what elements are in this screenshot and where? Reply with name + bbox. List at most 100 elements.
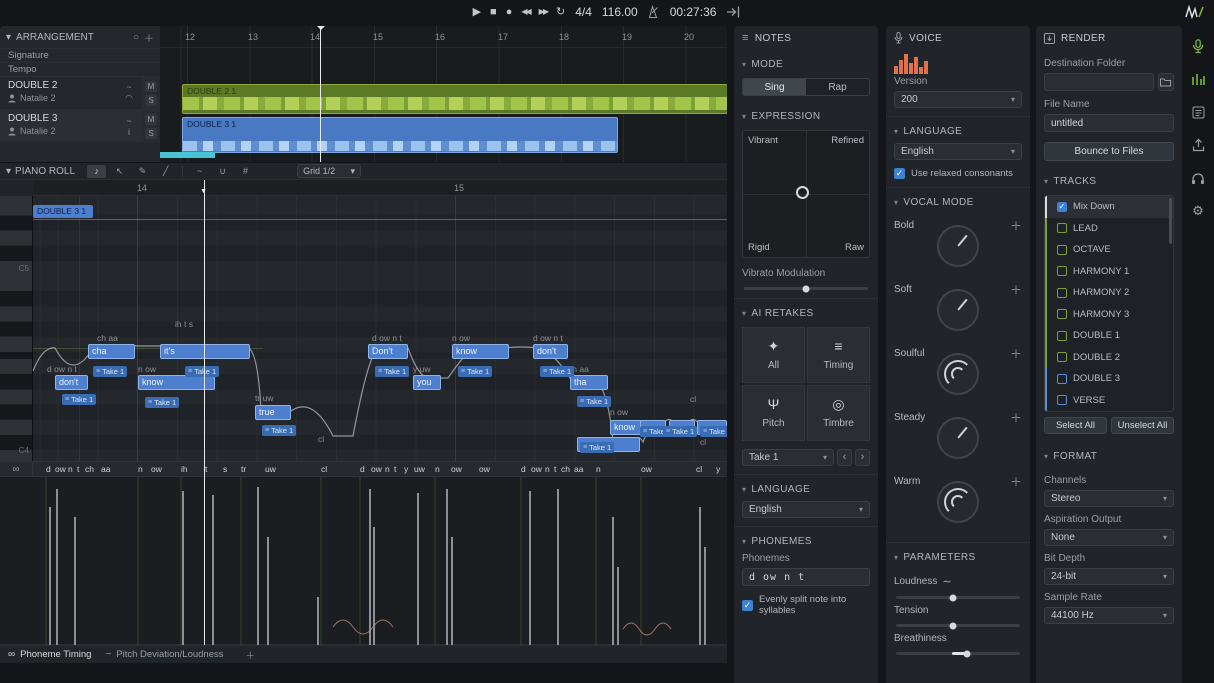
vocal-mode-knob[interactable] <box>937 225 979 267</box>
unselect-all-button[interactable]: Unselect All <box>1111 417 1174 434</box>
track-checkbox[interactable]: ✓ <box>1057 288 1067 298</box>
quantize-icon[interactable]: # <box>236 165 255 178</box>
phoneme-token[interactable]: aa <box>574 464 583 474</box>
clip-double-2-1[interactable]: DOUBLE 2 1 <box>182 84 727 114</box>
add-lane-button[interactable]: ＋ <box>246 648 256 662</box>
collapse-mode-icon[interactable]: ▾ <box>742 60 746 69</box>
track-checkbox[interactable]: ✓ <box>1057 374 1067 384</box>
previous-take-button[interactable]: ‹ <box>837 449 852 466</box>
version-select[interactable]: 200▾ <box>894 91 1022 108</box>
add-vocal-mode-button[interactable]: ＋ <box>1010 217 1022 234</box>
clip-fragment[interactable] <box>160 152 215 158</box>
arrangement-timeline[interactable]: 121314151617181920 DOUBLE 2 1 DOUBLE 3 1 <box>160 26 727 162</box>
voice-avatar-waveform[interactable] <box>894 52 934 74</box>
take-chip[interactable]: ≡Take 1 <box>577 396 611 407</box>
phoneme-token[interactable]: tr <box>241 464 246 474</box>
clip-double-3-1[interactable]: DOUBLE 3 1 <box>182 117 618 153</box>
add-track-icon[interactable]: ＋ <box>144 30 154 45</box>
magnet-icon[interactable]: ∪ <box>213 165 232 178</box>
vocal-mode-knob[interactable] <box>937 481 979 523</box>
mute-button[interactable]: M <box>145 81 157 92</box>
collapse-expression-icon[interactable]: ▾ <box>742 112 746 121</box>
take-chip[interactable]: ≡Take 1 <box>185 366 219 377</box>
phoneme-token[interactable]: uw <box>265 464 276 474</box>
phoneme-token[interactable]: ih <box>181 464 188 474</box>
add-vocal-mode-button[interactable]: ＋ <box>1010 281 1022 298</box>
mode-rap-button[interactable]: Rap <box>806 79 869 95</box>
render-track-row[interactable]: ✓ VERSE <box>1045 390 1173 412</box>
library-icon[interactable] <box>1190 104 1206 120</box>
phoneme-token[interactable]: cl <box>321 464 327 474</box>
tempo-display[interactable]: 116.00 <box>602 5 638 19</box>
phoneme-token[interactable]: n <box>596 464 601 474</box>
add-vocal-mode-button[interactable]: ＋ <box>1010 409 1022 426</box>
tab-pitch-deviation-loudness[interactable]: ~ Pitch Deviation/Loudness <box>105 649 223 660</box>
history-icon[interactable]: ○ <box>133 32 139 43</box>
take-chip[interactable]: ≡Take 1 <box>663 426 697 437</box>
phoneme-token[interactable]: t <box>394 464 396 474</box>
monitor-icon[interactable]: ◠ <box>116 93 142 104</box>
select-tool[interactable]: ↖ <box>110 165 129 178</box>
phoneme-token[interactable]: ow <box>451 464 462 474</box>
phoneme-token[interactable]: t <box>205 464 207 474</box>
settings-gear-icon[interactable]: ⚙ <box>1190 203 1206 219</box>
format-select[interactable]: 44100 Hz▾ <box>1044 607 1174 624</box>
render-track-row[interactable]: ✓ HARMONY 3 <box>1045 304 1173 326</box>
mode-sing-button[interactable]: Sing <box>743 79 806 95</box>
solo-button[interactable]: S <box>145 95 157 106</box>
select-all-button[interactable]: Select All <box>1044 417 1107 434</box>
format-select[interactable]: Stereo▾ <box>1044 490 1174 507</box>
render-track-row[interactable]: ✓ Mix Down <box>1045 196 1173 218</box>
collapse-voice-language-icon[interactable]: ▾ <box>894 127 898 136</box>
vibrato-slider[interactable] <box>744 287 868 290</box>
track-checkbox[interactable]: ✓ <box>1057 352 1067 362</box>
phoneme-token[interactable]: cl <box>696 464 702 474</box>
track-checkbox[interactable]: ✓ <box>1057 245 1067 255</box>
rewind-button[interactable]: ◀◀ <box>521 0 529 24</box>
phoneme-token[interactable]: ow <box>371 464 382 474</box>
voice-language-select[interactable]: English▾ <box>894 143 1022 160</box>
record-button[interactable]: ● <box>506 0 513 24</box>
loop-button[interactable]: ↻ <box>556 0 565 24</box>
voice-library-icon[interactable] <box>1190 38 1206 54</box>
take-select[interactable]: Take 1▾ <box>742 449 834 466</box>
render-track-row[interactable]: ✓ DOUBLE 1 <box>1045 325 1173 347</box>
phoneme-token[interactable]: ow <box>531 464 542 474</box>
track-checkbox[interactable]: ✓ <box>1057 202 1067 212</box>
phonemes-input[interactable] <box>742 568 870 586</box>
play-button[interactable]: ▶ <box>473 0 481 24</box>
track-list-scrollbar[interactable] <box>1169 198 1172 244</box>
phoneme-token[interactable]: ow <box>479 464 490 474</box>
time-signature[interactable]: 4/4 <box>575 5 592 19</box>
add-vocal-mode-button[interactable]: ＋ <box>1010 473 1022 490</box>
note-edit-tool[interactable]: ♪ <box>87 165 106 178</box>
automation-icon[interactable]: ~ <box>116 116 142 126</box>
piano-roll-ruler[interactable]: 1415 <box>33 180 727 196</box>
stop-button[interactable]: ■ <box>490 0 497 24</box>
automation-wave-icon[interactable]: ∼ <box>942 575 951 588</box>
signature-lane[interactable]: Signature <box>0 48 160 62</box>
phoneme-token[interactable]: t <box>554 464 556 474</box>
piano-keys[interactable]: C5C4 <box>0 196 33 461</box>
note-language-select[interactable]: English▾ <box>742 501 870 518</box>
track-double-2[interactable]: DOUBLE 2 Natalie 2 ~ ◠ M S <box>0 76 160 109</box>
forward-button[interactable]: ▶▶ <box>539 0 547 24</box>
phoneme-token[interactable]: uw <box>414 464 425 474</box>
phoneme-token[interactable]: y <box>404 464 408 474</box>
take-chip[interactable]: ≡Take 1 <box>145 397 179 408</box>
collapse-format-icon[interactable]: ▾ <box>1044 452 1048 461</box>
loudness-lane[interactable] <box>0 477 727 645</box>
file-name-input[interactable] <box>1044 114 1174 132</box>
phoneme-token[interactable]: n <box>68 464 73 474</box>
phoneme-token[interactable]: s <box>223 464 227 474</box>
arrangement-playhead[interactable] <box>320 26 321 162</box>
mute-button[interactable]: M <box>145 114 157 125</box>
collapse-piano-roll-icon[interactable]: ▾ <box>6 166 11 177</box>
collapse-parameters-icon[interactable]: ▾ <box>894 553 898 562</box>
track-voice[interactable]: Natalie 2 <box>20 125 56 138</box>
next-take-button[interactable]: › <box>855 449 870 466</box>
vocal-mode-knob[interactable] <box>937 289 979 331</box>
collapse-retakes-icon[interactable]: ▾ <box>742 309 746 318</box>
note-grid[interactable]: DOUBLE 3 1 ch aaih t sd ow n tn owd ow n… <box>33 196 727 461</box>
curve-tool[interactable]: ~ <box>190 165 209 178</box>
